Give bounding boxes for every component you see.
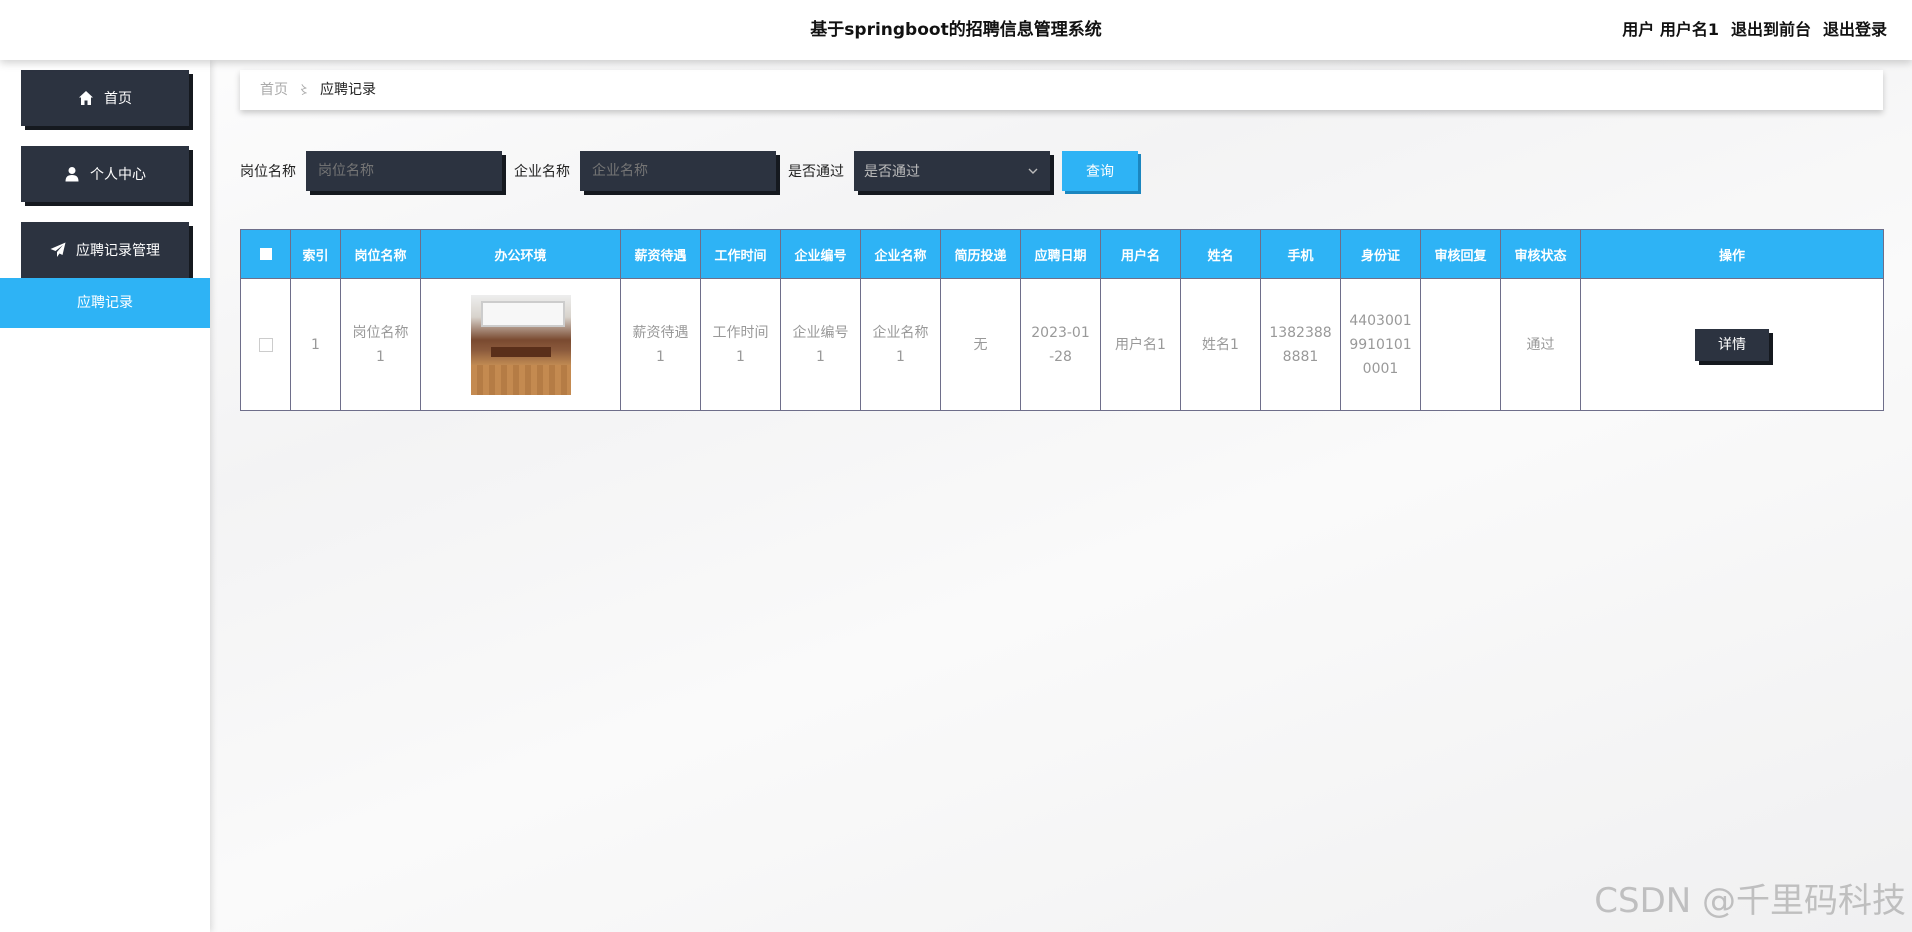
column-header: 姓名 (1180, 229, 1261, 279)
user-role: 用户 用户名1 (1622, 0, 1719, 60)
cell-username: 用户名1 (1100, 278, 1181, 411)
cell-name: 姓名1 (1180, 278, 1261, 411)
company-name-label: 企业名称 (514, 164, 570, 180)
office-photo (470, 294, 571, 395)
cell-work-time: 工作时间1 (700, 278, 781, 411)
column-header: 索引 (290, 229, 341, 279)
user-area: 用户 用户名1 退出到前台 退出登录 (1622, 0, 1887, 60)
sidebar-item-label: 应聘记录管理 (76, 243, 160, 259)
cell-company-no: 企业编号1 (780, 278, 861, 411)
sidebar-subitem-application-records[interactable]: 应聘记录 (0, 278, 210, 328)
column-header: 审核回复 (1420, 229, 1501, 279)
column-header: 手机 (1260, 229, 1341, 279)
user-icon (65, 167, 79, 182)
column-header: 应聘日期 (1020, 229, 1101, 279)
pass-status-value: 是否通过 (864, 164, 920, 180)
back-to-front-link[interactable]: 退出到前台 (1731, 0, 1811, 60)
column-header: 操作 (1580, 229, 1884, 279)
query-button[interactable]: 查询 (1062, 151, 1138, 191)
cell-salary: 薪资待遇1 (620, 278, 701, 411)
cell-phone: 13823888881 (1260, 278, 1341, 411)
column-header: 薪资待遇 (620, 229, 701, 279)
cell-review-reply (1420, 278, 1501, 411)
top-bar: 基于springboot的招聘信息管理系统 用户 用户名1 退出到前台 退出登录 (0, 0, 1912, 60)
user-role-label: 用户 (1622, 20, 1655, 39)
cell-office-environment (420, 278, 621, 411)
sidebar-item-personal-center[interactable]: 个人中心 (21, 146, 189, 202)
detail-button[interactable]: 详情 (1695, 328, 1769, 361)
breadcrumb: 首页 〻 应聘记录 (240, 70, 1883, 110)
column-header: 企业名称 (860, 229, 941, 279)
breadcrumb-separator: 〻 (298, 83, 311, 97)
cell-job-name: 岗位名称1 (340, 278, 421, 411)
column-header: 身份证 (1340, 229, 1421, 279)
table-row: 1 岗位名称1 薪资待遇1 工作时间1 企业编号1 企业名称1 无 2023-0… (240, 278, 1884, 411)
row-checkbox[interactable] (240, 278, 291, 411)
column-header: 用户名 (1100, 229, 1181, 279)
sidebar-item-label: 个人中心 (90, 167, 146, 183)
pass-status-label: 是否通过 (788, 164, 844, 180)
watermark: CSDN @千里码科技 (1594, 881, 1906, 921)
cell-review-status: 通过 (1500, 278, 1581, 411)
cell-index: 1 (290, 278, 341, 411)
paper-plane-icon (50, 242, 66, 257)
sidebar-item-home[interactable]: 首页 (21, 70, 189, 126)
sidebar-item-label: 首页 (104, 91, 132, 107)
home-icon (79, 91, 93, 105)
column-header: 审核状态 (1500, 229, 1581, 279)
cell-id-card: 440300199101010001 (1340, 278, 1421, 411)
column-header: 简历投递 (940, 229, 1021, 279)
sidebar-item-application-management[interactable]: 应聘记录管理 (21, 222, 189, 278)
records-table: 索引 岗位名称 办公环境 薪资待遇 工作时间 企业编号 企业名称 简历投递 应聘… (240, 229, 1884, 411)
breadcrumb-current: 应聘记录 (320, 82, 377, 98)
sidebar: 首页 个人中心 应聘记录管理 应聘记录 (0, 60, 210, 932)
cell-actions: 详情 (1580, 278, 1884, 411)
column-header: 岗位名称 (340, 229, 421, 279)
column-header: 工作时间 (700, 229, 781, 279)
job-name-label: 岗位名称 (240, 164, 296, 180)
username-label: 用户名1 (1659, 20, 1719, 39)
column-header: 企业编号 (780, 229, 861, 279)
cell-apply-date: 2023-01-28 (1020, 278, 1101, 411)
cell-resume: 无 (940, 278, 1021, 411)
column-header: 办公环境 (420, 229, 621, 279)
chevron-down-icon (1028, 168, 1038, 174)
breadcrumb-home[interactable]: 首页 (260, 70, 288, 110)
cell-company-name: 企业名称1 (860, 278, 941, 411)
company-name-input[interactable] (580, 151, 776, 191)
logout-link[interactable]: 退出登录 (1823, 0, 1887, 60)
select-all-checkbox[interactable] (240, 229, 291, 279)
search-bar: 岗位名称 企业名称 是否通过 是否通过 查询 (240, 150, 1138, 192)
table-header-row: 索引 岗位名称 办公环境 薪资待遇 工作时间 企业编号 企业名称 简历投递 应聘… (240, 229, 1884, 279)
pass-status-select[interactable]: 是否通过 (854, 151, 1050, 191)
job-name-input[interactable] (306, 151, 502, 191)
